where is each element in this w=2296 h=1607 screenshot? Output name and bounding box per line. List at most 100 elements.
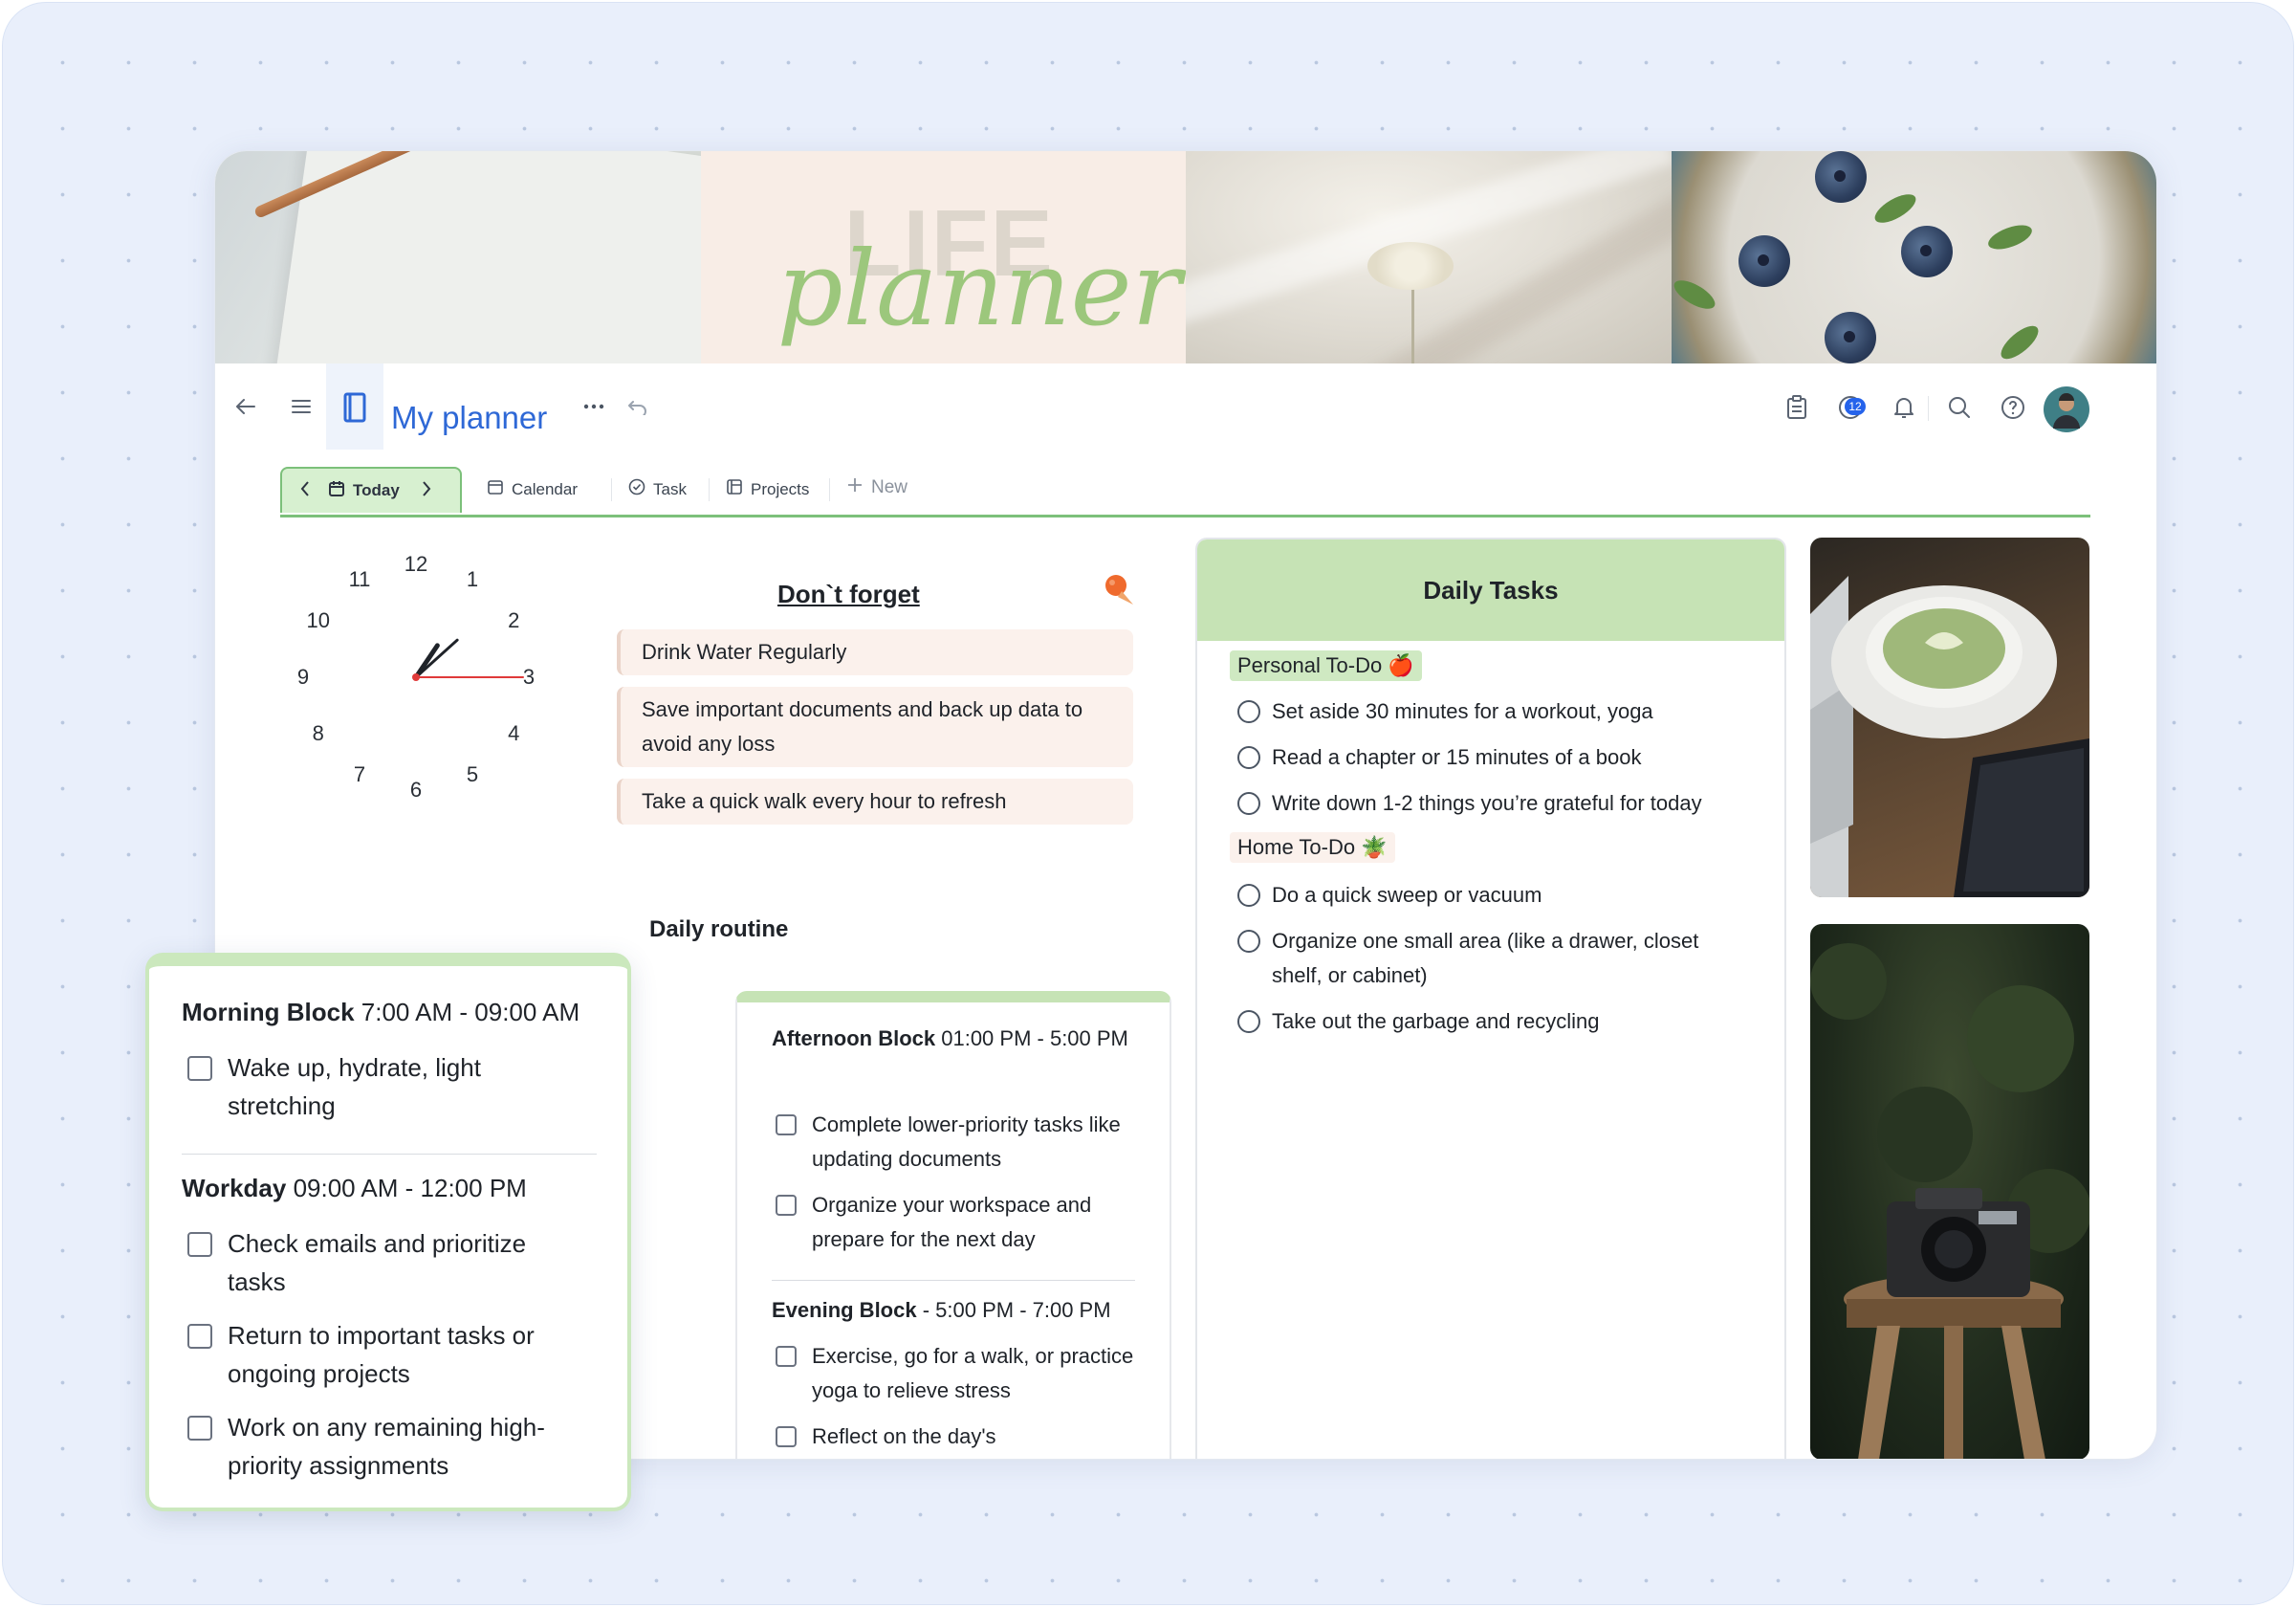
notebook-icon [336,388,374,427]
task-item[interactable]: Write down 1-2 things you’re grateful fo… [1237,786,1773,821]
radio[interactable] [1237,746,1260,769]
checkbox[interactable] [776,1195,797,1216]
daily-tasks-card: Daily Tasks Personal To-Do 🍎 Set aside 3… [1195,538,1786,1459]
dont-forget-item[interactable]: Save important documents and back up dat… [617,687,1133,767]
routine-task[interactable]: Return to important tasks or ongoing pro… [187,1316,589,1393]
arrow-left-icon[interactable] [229,392,263,421]
task-label: Take out the garbage and recycling [1272,1009,1600,1033]
calendar-icon [328,480,345,502]
routine-task[interactable]: Organize your workspace and prepare for … [776,1188,1139,1257]
afternoon-block-time: 01:00 PM - 5:00 PM [935,1026,1128,1050]
dont-forget-item[interactable]: Drink Water Regularly [617,629,1133,675]
workday-block-header: Workday 09:00 AM - 12:00 PM [182,1169,622,1207]
routine-task[interactable]: Exercise, go for a walk, or practice yog… [776,1339,1139,1408]
task-label: Work on any remaining high-priority assi… [228,1413,545,1480]
tab-new-button[interactable]: New [846,476,907,499]
clock-center [412,673,420,681]
tab-task[interactable]: Task [628,478,687,500]
header-divider [1928,396,1929,421]
chevron-right-icon[interactable] [421,480,432,502]
afternoon-evening-card: Afternoon Block 01:00 PM - 5:00 PM Compl… [735,991,1171,1459]
personal-todo-tag: Personal To-Do 🍎 [1230,650,1422,681]
evening-block-time: - 5:00 PM - 7:00 PM [916,1298,1111,1322]
view-tabs: Today Calendar Task Projects New [280,467,2090,517]
notifications-badge: 12 [1845,398,1866,415]
checkbox[interactable] [776,1426,797,1447]
checkbox[interactable] [187,1232,212,1257]
radio[interactable] [1237,1010,1260,1033]
task-label: Check emails and prioritize tasks [228,1229,527,1296]
task-label: Do a quick sweep or vacuum [1272,883,1542,907]
clipboard-icon[interactable] [1778,388,1816,427]
hamburger-icon[interactable] [284,392,318,421]
checkbox[interactable] [187,1324,212,1349]
task-item[interactable]: Read a chapter or 15 minutes of a book [1237,740,1754,775]
task-item[interactable]: Take out the garbage and recycling [1237,1004,1754,1039]
radio[interactable] [1237,884,1260,907]
calendar-31-icon [487,478,504,500]
checkbox[interactable] [776,1346,797,1367]
undo-icon[interactable] [621,392,655,421]
task-item[interactable]: Do a quick sweep or vacuum [1237,878,1754,913]
projects-icon [726,478,743,500]
tab-divider [611,478,612,501]
workday-block-time: 09:00 AM - 12:00 PM [286,1174,527,1202]
afternoon-block-header: Afternoon Block 01:00 PM - 5:00 PM [772,1022,1135,1056]
routine-task[interactable]: Wake up, hydrate, light stretching [187,1048,589,1125]
afternoon-block-label: Afternoon Block [772,1026,936,1050]
checkbox[interactable] [187,1056,212,1081]
dont-forget-item[interactable]: Take a quick walk every hour to refresh [617,779,1133,825]
routine-task[interactable]: Check emails and prioritize tasks [187,1224,589,1301]
clock-hands [412,638,524,681]
home-todo-tag: Home To-Do 🪴 [1230,832,1395,863]
ice-cream-icon [1099,570,1137,613]
tab-new-label: New [871,477,908,497]
task-label: Organize your workspace and prepare for … [812,1193,1092,1251]
radio[interactable] [1237,700,1260,723]
divider [182,1154,597,1155]
banner-life-planner-logo: LIFE planner [700,151,1186,363]
tab-divider [829,478,830,501]
page-header: My planner 12 [215,363,2156,450]
help-icon[interactable] [1994,388,2032,427]
routine-task[interactable]: Work on any remaining high-priority assi… [187,1408,589,1485]
chevron-left-icon[interactable] [299,480,311,502]
morning-workday-card: Morning Block 7:00 AM - 09:00 AM Wake up… [145,953,631,1511]
task-label: Write down 1-2 things you’re grateful fo… [1272,791,1702,815]
search-icon[interactable] [1940,388,1979,427]
tab-today-label: Today [353,481,400,499]
evening-block-header: Evening Block - 5:00 PM - 7:00 PM [772,1293,1154,1328]
task-label: Wake up, hydrate, light stretching [228,1053,481,1120]
check-circle-small-icon [628,478,645,500]
task-label: Reflect on the day's [812,1424,996,1448]
task-label: Organize one small area (like a drawer, … [1272,929,1699,987]
checkbox[interactable] [776,1114,797,1135]
tab-calendar-label: Calendar [512,479,578,498]
morning-block-time: 7:00 AM - 09:00 AM [354,998,580,1026]
task-item[interactable]: Set aside 30 minutes for a workout, yoga [1237,694,1754,729]
task-label: Complete lower-priority tasks like updat… [812,1112,1121,1171]
routine-task[interactable]: Complete lower-priority tasks like updat… [776,1108,1139,1177]
banner-photo-blueberries [1671,151,2156,363]
task-label: Return to important tasks or ongoing pro… [228,1321,535,1388]
checkbox[interactable] [187,1416,212,1441]
evening-block-label: Evening Block [772,1298,917,1322]
photo-matcha-latte [1810,538,2089,897]
routine-task[interactable]: Reflect on the day's [776,1420,1139,1454]
tab-task-label: Task [653,479,687,498]
tab-today[interactable]: Today [280,467,462,513]
page-title[interactable]: My planner [391,400,547,436]
avatar[interactable] [2044,386,2089,437]
dont-forget-title: Don`t forget [777,580,920,608]
task-item[interactable]: Organize one small area (like a drawer, … [1237,924,1735,993]
tab-projects[interactable]: Projects [726,478,809,500]
more-horizontal-icon[interactable] [577,392,611,421]
morning-block-label: Morning Block [182,998,355,1026]
bell-icon[interactable] [1885,388,1923,427]
tab-calendar[interactable]: Calendar [487,478,578,500]
daily-routine-title: Daily routine [649,916,789,942]
radio[interactable] [1237,930,1260,953]
banner-photo-pencil [215,151,701,363]
analog-clock: 12 1 2 3 4 5 6 7 8 9 10 11 [292,552,540,802]
radio[interactable] [1237,792,1260,815]
